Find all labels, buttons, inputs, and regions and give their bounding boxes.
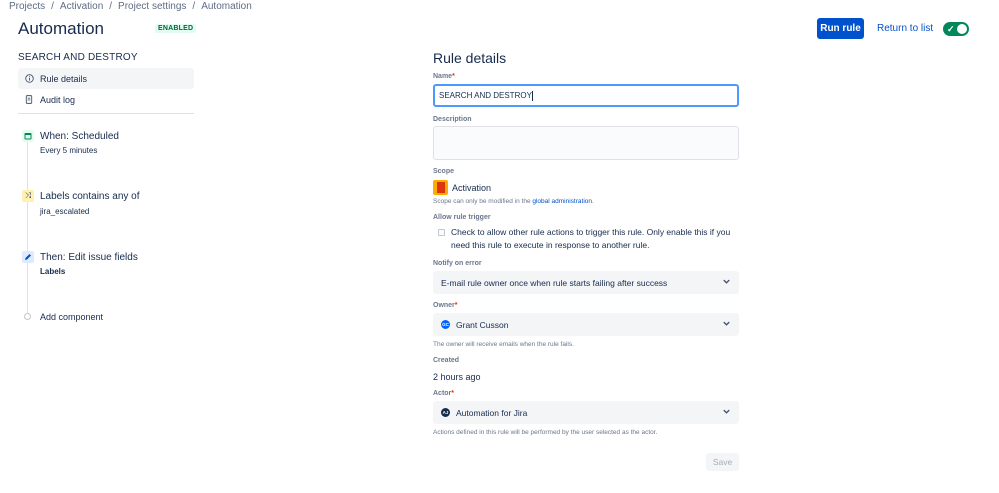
sidebar-divider	[18, 113, 194, 114]
rule-enabled-toggle[interactable]: ✓	[943, 22, 969, 36]
page-title: Automation	[18, 19, 104, 38]
scope-project-name: Activation	[452, 182, 492, 193]
actor-label-text: Actor	[433, 390, 452, 397]
actor-selected-value: Automation for Jira	[456, 407, 528, 418]
flow-condition-subtitle: jira_escalated	[40, 207, 90, 216]
sidebar-item-audit-log[interactable]: Audit log	[18, 89, 194, 110]
notify-on-error-select[interactable]: E-mail rule owner once when rule starts …	[433, 271, 739, 294]
actor-label: Actor*	[433, 390, 454, 397]
avatar: GC	[441, 320, 450, 329]
required-marker: *	[454, 302, 458, 309]
notify-selected-value: E-mail rule owner once when rule starts …	[441, 277, 668, 288]
breadcrumb-automation[interactable]: Automation	[201, 1, 252, 12]
chevron-down-icon	[722, 277, 731, 288]
name-label: Name*	[433, 73, 455, 80]
description-label: Description	[433, 116, 472, 123]
flow-action-subtitle: Labels	[40, 267, 66, 276]
owner-label: Owner*	[433, 302, 458, 309]
check-icon: ✓	[947, 24, 955, 34]
status-badge: ENABLED	[155, 24, 197, 33]
form-title: Rule details	[433, 50, 507, 66]
scope-helper-text: Scope can only be modified in the	[433, 198, 533, 205]
run-rule-button[interactable]: Run rule	[817, 18, 864, 39]
notify-label: Notify on error	[433, 260, 482, 267]
flow-connector	[27, 202, 28, 253]
save-button[interactable]: Save	[706, 453, 739, 471]
sidebar-item-rule-details[interactable]: Rule details	[18, 68, 194, 89]
global-administration-link[interactable]: global administration	[532, 198, 592, 205]
flow-trigger-subtitle: Every 5 minutes	[40, 146, 98, 155]
chevron-down-icon	[722, 319, 731, 330]
toggle-knob	[957, 24, 967, 34]
allow-trigger-description: Check to allow other rule actions to tri…	[451, 227, 731, 250]
description-input[interactable]	[433, 126, 739, 160]
scope-helper-suffix: .	[592, 198, 594, 205]
flow-trigger-title[interactable]: When: Scheduled	[40, 131, 119, 142]
actor-select[interactable]: AJ Automation for Jira	[433, 401, 739, 424]
scope-helper: Scope can only be modified in the global…	[433, 198, 594, 205]
breadcrumb-activation[interactable]: Activation	[60, 1, 103, 12]
pencil-icon	[22, 251, 34, 263]
info-icon	[18, 74, 40, 83]
allow-trigger-label: Allow rule trigger	[433, 214, 491, 221]
text-cursor	[531, 90, 533, 101]
owner-selected-value: Grant Cusson	[456, 319, 509, 330]
breadcrumb: Projects / Activation / Project settings / Aut…	[9, 1, 252, 12]
required-marker: *	[452, 73, 455, 80]
flow-action-title[interactable]: Then: Edit issue fields	[40, 252, 138, 263]
rule-name-heading: SEARCH AND DESTROY	[18, 52, 138, 63]
return-to-list-link[interactable]: Return to list	[877, 23, 933, 34]
flow-condition-title[interactable]: Labels contains any of	[40, 191, 140, 202]
name-label-text: Name	[433, 73, 453, 80]
name-input-value: SEARCH AND DESTROY	[439, 91, 532, 100]
required-marker: *	[451, 390, 455, 397]
scope-value: Activation	[433, 180, 491, 195]
owner-helper: The owner will receive emails when the r…	[433, 341, 574, 348]
add-component-link[interactable]: Add component	[40, 312, 103, 322]
breadcrumb-projects[interactable]: Projects	[9, 1, 45, 12]
breadcrumb-separator: /	[192, 1, 196, 12]
created-label: Created	[433, 357, 460, 364]
created-value: 2 hours ago	[433, 372, 481, 382]
breadcrumb-separator: /	[51, 1, 54, 12]
flow-connector	[27, 263, 28, 313]
name-input[interactable]: SEARCH AND DESTROY	[433, 84, 739, 107]
scope-label: Scope	[433, 168, 455, 175]
owner-select[interactable]: GC Grant Cusson	[433, 313, 739, 336]
chevron-down-icon	[722, 407, 731, 418]
breadcrumb-separator: /	[109, 1, 113, 12]
document-icon	[18, 95, 40, 104]
sidebar-item-label: Audit log	[40, 94, 76, 105]
actor-helper: Actions defined in this rule will be per…	[433, 429, 658, 436]
flow-connector	[27, 142, 28, 193]
allow-trigger-checkbox[interactable]	[438, 229, 445, 236]
owner-label-text: Owner	[433, 302, 455, 309]
shuffle-icon: ⤨	[22, 190, 34, 202]
breadcrumb-project-settings[interactable]: Project settings	[118, 1, 186, 12]
add-component-icon	[24, 313, 31, 320]
project-avatar-icon	[433, 180, 448, 195]
sidebar-item-label: Rule details	[40, 73, 88, 84]
avatar: AJ	[441, 408, 450, 417]
calendar-icon	[22, 130, 34, 142]
